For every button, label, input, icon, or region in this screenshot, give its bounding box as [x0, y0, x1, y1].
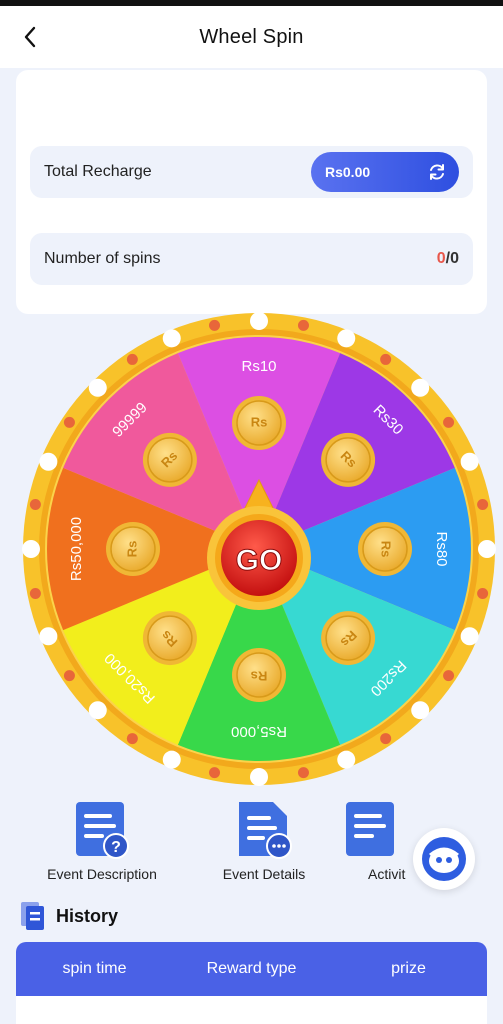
rim-light [162, 329, 181, 348]
total-recharge-row: Total Recharge Rs0.00 [30, 146, 473, 198]
rim-light [39, 452, 58, 471]
total-recharge-value: Rs0.00 [325, 164, 371, 180]
rim-dot [297, 319, 309, 331]
rim-light [250, 768, 268, 786]
rim-light [250, 312, 268, 330]
rim-dot [29, 587, 41, 599]
rim-dot [29, 499, 41, 511]
coin-icon: Rs [232, 648, 286, 702]
rim-dot [477, 499, 489, 511]
rim-dot [126, 353, 138, 365]
spins-total: 0 [450, 250, 459, 267]
event-details-button[interactable]: Event Details [194, 800, 334, 882]
chevron-left-icon [24, 26, 36, 48]
wheel-segment-label: Rs80 [433, 531, 450, 566]
event-description-label: Event Description [47, 866, 157, 882]
refresh-icon[interactable] [427, 162, 447, 182]
rim-light [88, 701, 107, 720]
coin-icon: Rs [358, 522, 412, 576]
document-icon [346, 802, 394, 856]
rim-light [411, 378, 430, 397]
column-reward-type: Reward type [206, 960, 297, 977]
rim-dot [63, 416, 75, 428]
rim-light [88, 378, 107, 397]
rim-dot [297, 767, 309, 779]
wheel-segment-label: Rs50,000 [68, 517, 85, 581]
document-more-icon [239, 802, 292, 859]
column-prize: prize [391, 960, 426, 977]
rim-dot [209, 767, 221, 779]
svg-text:?: ? [111, 839, 121, 856]
coin-icon: Rs [142, 611, 197, 666]
rim-dot [477, 587, 489, 599]
history-table-body [16, 996, 487, 1024]
history-table-header: spin time Reward type prize [16, 942, 487, 996]
coin-icon: Rs [232, 396, 286, 450]
rim-light [460, 627, 479, 646]
svg-text:Rs: Rs [379, 541, 394, 558]
app-header: Wheel Spin [0, 6, 503, 68]
coin-icon: Rs [321, 432, 376, 487]
rim-light [337, 750, 356, 769]
rim-dot [380, 733, 392, 745]
customer-service-icon [422, 837, 466, 881]
spins-count: 0/0 [437, 250, 459, 268]
event-description-button[interactable]: ? Event Description [32, 800, 172, 882]
total-recharge-label: Total Recharge [44, 163, 152, 180]
customer-service-button[interactable] [413, 828, 475, 890]
rim-light [337, 329, 356, 348]
spins-used: 0 [436, 250, 446, 267]
wheel-segment-label: Rs10 [241, 358, 276, 375]
page-title: Wheel Spin [199, 25, 304, 48]
history-title: History [56, 905, 119, 926]
rim-dot [209, 319, 221, 331]
rim-dot [380, 353, 392, 365]
rim-light [460, 452, 479, 471]
rim-dot [126, 733, 138, 745]
summary-card: Total Recharge Rs0.00 Number of spins 0/… [16, 70, 487, 314]
column-spin-time: spin time [62, 960, 127, 977]
go-label: GO [236, 544, 283, 577]
back-button[interactable] [18, 22, 42, 52]
wheel-segment-label: Rs5,000 [231, 723, 287, 740]
rim-light [162, 750, 181, 769]
activity-label: Activit [368, 866, 406, 882]
event-details-label: Event Details [222, 866, 306, 882]
rim-dot [443, 670, 455, 682]
rim-light [39, 627, 58, 646]
prize-wheel[interactable]: Rs10 Rs30 Rs80 Rs200 Rs5,000 Rs20,000 Rs50,000… [20, 308, 498, 790]
wheel-graphic: Rs10Rs30Rs80Rs200Rs5,000Rs20,000Rs50,000… [22, 312, 496, 786]
history-icon [21, 902, 44, 930]
activity-button[interactable]: Activit [340, 800, 420, 882]
coin-icon: Rs [321, 611, 376, 666]
rim-light [478, 540, 496, 558]
svg-text:Rs: Rs [124, 541, 139, 558]
rim-dot [63, 670, 75, 682]
svg-text:Rs: Rs [251, 669, 268, 684]
rim-light [22, 540, 40, 558]
document-help-icon: ? [76, 802, 129, 859]
rim-dot [443, 416, 455, 428]
coin-icon: Rs [142, 432, 197, 487]
spins-label: Number of spins [44, 250, 161, 267]
history-header: History [20, 900, 118, 932]
rim-light [411, 701, 430, 720]
total-recharge-pill[interactable]: Rs0.00 [311, 152, 459, 192]
spins-row: Number of spins 0/0 [30, 233, 473, 285]
svg-text:Rs: Rs [251, 414, 268, 429]
coin-icon: Rs [106, 522, 160, 576]
